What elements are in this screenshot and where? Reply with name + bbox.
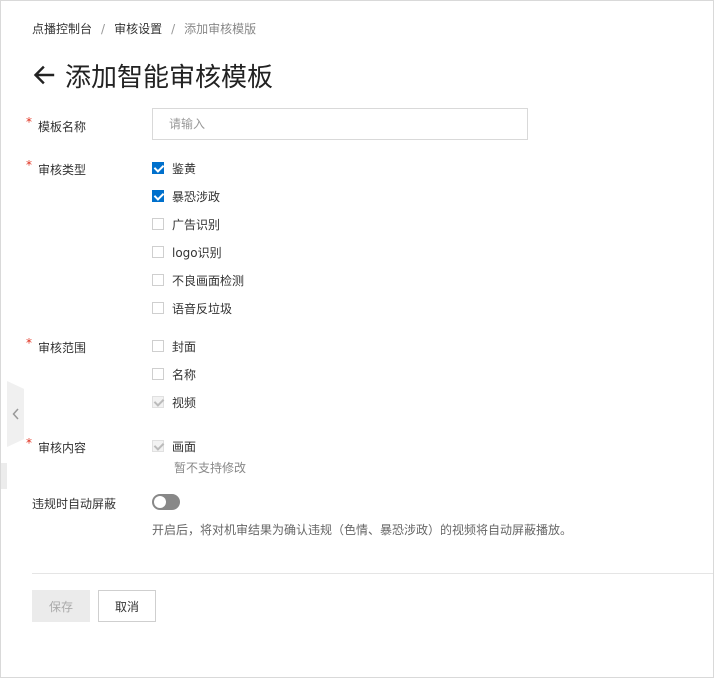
audit-scope-label: 审核范围 bbox=[38, 341, 87, 355]
required-mark: * bbox=[26, 436, 32, 450]
template-name-input[interactable] bbox=[152, 108, 528, 140]
breadcrumb: 点播控制台 / 审核设置 / 添加审核模版 bbox=[32, 20, 256, 37]
template-name-label: 模板名称 bbox=[38, 120, 87, 134]
breadcrumb-separator: / bbox=[101, 22, 106, 36]
checkbox-checked[interactable] bbox=[152, 190, 164, 202]
checkbox-label: 封面 bbox=[172, 339, 197, 354]
checkbox-checked[interactable] bbox=[152, 162, 164, 174]
checkbox-label: 广告识别 bbox=[172, 217, 221, 232]
checkbox-label: logo识别 bbox=[172, 245, 222, 260]
checkbox-label: 名称 bbox=[172, 367, 197, 382]
required-mark: * bbox=[26, 115, 32, 129]
checkbox[interactable] bbox=[152, 274, 164, 286]
audit-type-option-bad-scene[interactable]: 不良画面检测 bbox=[152, 272, 244, 288]
checkbox[interactable] bbox=[152, 218, 164, 230]
checkbox-label: 不良画面检测 bbox=[172, 273, 245, 288]
checkbox[interactable] bbox=[152, 368, 164, 380]
chevron-left-icon bbox=[12, 408, 19, 420]
required-mark: * bbox=[26, 336, 32, 350]
checkbox-disabled-checked bbox=[152, 440, 164, 452]
audit-type-option-voice-spam[interactable]: 语音反垃圾 bbox=[152, 300, 232, 316]
checkbox-label: 鉴黄 bbox=[172, 161, 197, 176]
checkbox[interactable] bbox=[152, 340, 164, 352]
auto-block-description: 开启后，将对机审结果为确认违规（色情、暴恐涉政）的视频将自动屏蔽播放。 bbox=[152, 523, 573, 537]
footer-divider bbox=[32, 573, 713, 574]
checkbox[interactable] bbox=[152, 302, 164, 314]
page-frame: 点播控制台 / 审核设置 / 添加审核模版 添加智能审核模板 * 模板名称 * 审核类型… bbox=[0, 0, 714, 678]
audit-type-label: 审核类型 bbox=[38, 163, 87, 177]
audit-scope-option-name[interactable]: 名称 bbox=[152, 366, 196, 382]
title-row: 添加智能审核模板 bbox=[32, 57, 273, 93]
breadcrumb-current: 添加审核模版 bbox=[184, 22, 257, 36]
audit-content-option-picture: 画面 bbox=[152, 438, 196, 454]
checkbox-label: 暴恐涉政 bbox=[172, 189, 221, 204]
auto-block-label: 违规时自动屏蔽 bbox=[32, 497, 117, 511]
page-title: 添加智能审核模板 bbox=[65, 62, 274, 93]
checkbox-label: 语音反垃圾 bbox=[172, 301, 233, 316]
breadcrumb-separator: / bbox=[171, 22, 176, 36]
sidebar-edge-strip bbox=[1, 463, 7, 489]
audit-type-option-terror-politics[interactable]: 暴恐涉政 bbox=[152, 188, 220, 204]
audit-type-option-logo[interactable]: logo识别 bbox=[152, 244, 222, 260]
audit-scope-option-video: 视频 bbox=[152, 394, 196, 410]
sidebar-collapse-tab[interactable] bbox=[7, 381, 24, 447]
audit-content-hint: 暂不支持修改 bbox=[174, 461, 247, 475]
auto-block-toggle[interactable] bbox=[152, 494, 180, 510]
audit-scope-option-cover[interactable]: 封面 bbox=[152, 338, 196, 354]
audit-type-option-ad[interactable]: 广告识别 bbox=[152, 216, 220, 232]
breadcrumb-item-console[interactable]: 点播控制台 bbox=[32, 22, 92, 36]
required-mark: * bbox=[26, 158, 32, 172]
checkbox-disabled-checked bbox=[152, 396, 164, 408]
checkbox-label: 画面 bbox=[172, 439, 197, 454]
checkbox-label: 视频 bbox=[172, 395, 197, 410]
save-button[interactable]: 保存 bbox=[32, 590, 90, 622]
audit-content-label: 审核内容 bbox=[38, 441, 87, 455]
checkbox[interactable] bbox=[152, 246, 164, 258]
cancel-button[interactable]: 取消 bbox=[98, 590, 156, 622]
arrow-left-icon[interactable] bbox=[32, 63, 56, 87]
audit-type-option-porn[interactable]: 鉴黄 bbox=[152, 160, 196, 176]
toggle-knob bbox=[154, 496, 166, 508]
breadcrumb-item-audit-settings[interactable]: 审核设置 bbox=[114, 22, 162, 36]
